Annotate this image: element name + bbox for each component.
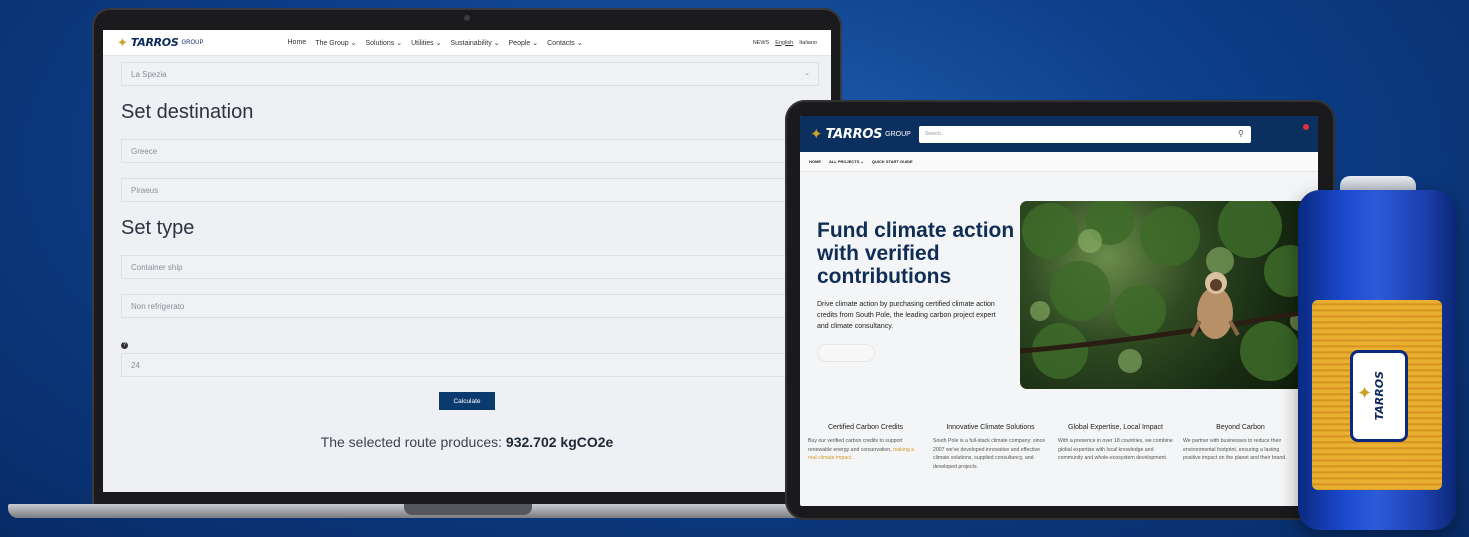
hero-title: Fund climate action with verified contri… [817,219,1015,288]
tablet-subnav: HOME ALL PROJECTS ⌄ QUICK START GUIDE [800,152,1318,172]
feature-item: Innovative Climate Solutions South Pole … [933,424,1048,471]
feature-item: Global Expertise, Local Impact With a pr… [1058,424,1173,471]
logo-wordmark: TARROS [130,36,179,49]
destination-port-value: Piraeus [131,185,159,195]
calculate-button[interactable]: Calculate [439,392,495,410]
destination-country-select[interactable]: Greece [121,139,819,163]
feature-title: Certified Carbon Credits [827,424,904,431]
compass-star-icon: ✦ [810,125,823,143]
subnav-home[interactable]: HOME [809,159,821,164]
vessel-type-select[interactable]: Container ship [121,255,819,279]
result-prefix: The selected route produces: [320,434,503,450]
tablet-screen: ✦ TARROS GROUP Search... ⚲ HOME ALL PROJ… [800,116,1318,506]
refrigeration-value: Non refrigerato [131,301,185,311]
subnav-all-projects[interactable]: ALL PROJECTS ⌄ [829,159,864,164]
nav-home[interactable]: Home [288,39,307,47]
feature-text: We partner with businesses to reduce the… [1183,438,1287,462]
chevron-down-icon: ⌄ [804,70,810,77]
feature-title: Beyond Carbon [1216,424,1265,431]
subnav-quick-start[interactable]: QUICK START GUIDE [872,159,913,164]
destination-heading: Set destination [121,101,254,123]
feature-body: Buy our verified carbon credits to suppo… [808,438,903,453]
feature-text: South Pole is a full-stack climate compa… [933,438,1046,470]
jungle-monkey-photo [1020,201,1312,389]
result-text: The selected route produces: 932.702 kgC… [121,434,813,450]
battery-graphic: ✦ TARROS [1298,190,1456,530]
result-value: 932.702 kgCO2e [505,434,614,450]
tarros-logo[interactable]: ✦ TARROS GROUP [117,36,204,49]
feature-text: With a presence in over 18 countries, we… [1058,438,1173,462]
battery-logo-label: ✦ TARROS [1350,350,1408,442]
laptop-device: ✦ TARROS GROUP Home The Group ⌄ Solution… [92,8,842,506]
search-placeholder: Search... [924,131,945,137]
photo-illustration [1020,201,1312,381]
battery-logo-text: TARROS [1372,371,1386,421]
hero-cta-button[interactable] [817,344,875,362]
lang-english[interactable]: English [775,40,793,46]
tablet-header: ✦ TARROS GROUP Search... ⚲ [800,116,1318,152]
nav-utilities[interactable]: Utilities ⌄ [411,39,441,47]
origin-port-value: La Spezia [131,69,167,79]
destination-country-value: Greece [131,146,158,156]
main-menu: Home The Group ⌄ Solutions ⌄ Utilities ⌄… [288,39,583,47]
camera-dot [464,15,470,21]
help-icon[interactable]: ? [121,342,128,349]
nav-sustainability[interactable]: Sustainability ⌄ [450,39,499,47]
feature-title: Global Expertise, Local Impact [1068,424,1163,431]
compass-star-icon: ✦ [117,35,128,50]
co2-calculator-form: La Spezia ⌄ Set destination Greece Pirae… [103,56,831,450]
quantity-input[interactable]: 24 [121,353,819,377]
nav-people[interactable]: People ⌄ [509,39,539,47]
feature-columns: Certified Carbon Credits Buy our verifie… [808,424,1308,471]
hero-text: Drive climate action by purchasing certi… [817,301,996,330]
destination-port-select[interactable]: Piraeus [121,178,819,202]
feature-item: Beyond Carbon We partner with businesses… [1183,424,1298,471]
logo-wordmark: TARROS [825,126,883,142]
logo-suffix: GROUP [885,130,911,138]
search-icon[interactable]: ⚲ [1238,129,1244,138]
nav-solutions[interactable]: Solutions ⌄ [365,39,402,47]
notification-dot [1303,124,1309,130]
vessel-type-value: Container ship [131,262,183,272]
site-navbar: ✦ TARROS GROUP Home The Group ⌄ Solution… [103,30,831,56]
origin-port-select[interactable]: La Spezia ⌄ [121,62,819,86]
type-heading: Set type [121,217,195,239]
nav-the-group[interactable]: The Group ⌄ [315,39,356,47]
laptop-screen: ✦ TARROS GROUP Home The Group ⌄ Solution… [103,30,831,492]
tarros-logo-tablet[interactable]: ✦ TARROS GROUP [810,127,911,142]
feature-text: Buy our verified carbon credits to suppo… [808,437,923,463]
laptop-notch [404,504,532,515]
search-input[interactable]: Search... ⚲ [918,125,1251,143]
refrigeration-select[interactable]: Non refrigerato [121,294,819,318]
nav-contacts[interactable]: Contacts ⌄ [547,39,582,47]
tablet-device: ✦ TARROS GROUP Search... ⚲ HOME ALL PROJ… [785,100,1335,520]
quantity-value: 24 [131,360,140,370]
nav-utility-links: NEWS English Italiano [753,40,817,46]
nav-news[interactable]: NEWS [753,40,770,46]
lang-italiano[interactable]: Italiano [799,40,817,46]
compass-star-icon: ✦ [1357,383,1373,403]
feature-item: Certified Carbon Credits Buy our verifie… [808,424,923,471]
logo-suffix: GROUP [181,39,204,46]
feature-title: Innovative Climate Solutions [946,424,1035,431]
